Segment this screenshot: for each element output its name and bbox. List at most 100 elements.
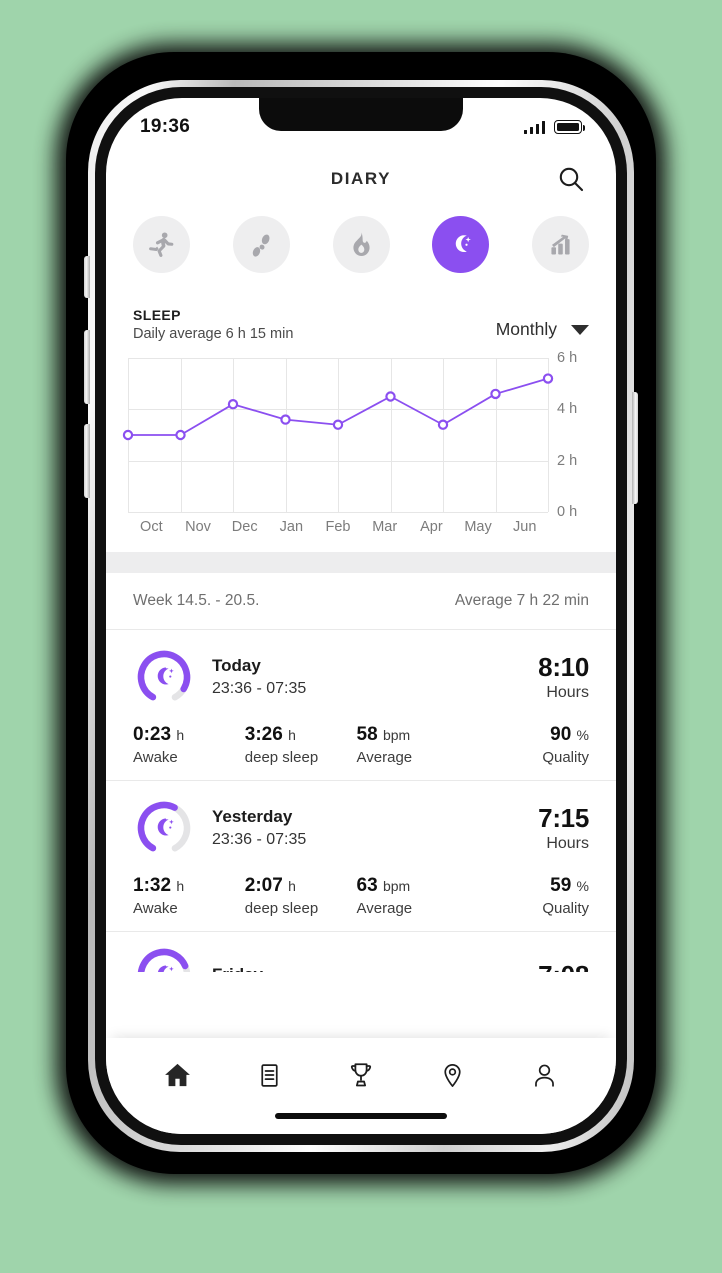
sleep-stat: 59 % Quality (477, 875, 589, 917)
chart-data-point (227, 399, 239, 410)
sleep-entry-hours: 7:15 (538, 803, 589, 833)
chart-data-point (175, 429, 186, 441)
location-pin-icon (444, 1063, 461, 1087)
sleep-entry-labels: Yesterday 23:36 - 07:35 (212, 807, 538, 849)
sleep-stat: 63 bpm Average (357, 875, 478, 917)
sleep-stat: 3:26 h deep sleep (245, 724, 357, 766)
sleep-stat-unit: h (288, 727, 296, 743)
sleep-entry-time-range: 23:36 - 07:35 (212, 680, 307, 697)
nav-diary[interactable] (244, 1054, 294, 1096)
chart-data-points (122, 373, 554, 441)
sleep-stat-label: deep sleep (244, 900, 319, 917)
chart-x-tick: Jan (279, 519, 304, 535)
chart-y-tick: 2 h (557, 452, 578, 469)
sleep-entry-header: Friday7:08 (133, 944, 589, 972)
sleep-entry-labels: Friday (212, 965, 538, 972)
sleep-stat-label: Average (356, 749, 413, 766)
sleep-entry-day: Yesterday (212, 807, 293, 826)
chevron-down-icon (571, 324, 589, 335)
sleep-stat-value: 3:26 h (244, 724, 296, 745)
silent-switch[interactable] (84, 256, 90, 298)
sleep-stat-unit: h (176, 878, 185, 894)
chart-y-tick: 4 h (557, 401, 578, 418)
sleep-entry-total: 7:08 (538, 960, 589, 973)
week-range: Week 14.5. - 20.5. (133, 592, 260, 609)
sleep-entry-labels: Today 23:36 - 07:35 (212, 656, 538, 698)
tab-calories[interactable] (332, 216, 390, 273)
tab-progress[interactable] (532, 216, 589, 273)
status-bar: 19:36 (106, 98, 616, 148)
sleep-entry-stats: 0:23 h Awake 3:26 h deep sleep 58 bpm Average… (133, 724, 589, 766)
period-selector[interactable]: Monthly (496, 319, 589, 342)
chart-y-tick: 6 h (557, 350, 578, 366)
sleep-entry-hours-label: Hours (546, 684, 589, 701)
sleep-entry-hours: 8:10 (538, 652, 589, 682)
search-icon[interactable] (552, 160, 590, 198)
sleep-entry-hours-label: Hours (546, 835, 589, 852)
sleep-entry-hours: 7:08 (538, 960, 589, 973)
nav-profile[interactable] (519, 1054, 569, 1096)
nav-places[interactable] (428, 1054, 478, 1096)
tab-steps[interactable] (232, 216, 290, 273)
chart-data-point (490, 388, 501, 400)
chart-x-tick: Dec (231, 519, 258, 535)
sleep-stat-unit: bpm (382, 727, 411, 743)
tab-running[interactable] (133, 216, 190, 273)
chart-x-tick: Apr (420, 519, 443, 535)
home-indicator[interactable] (275, 1113, 447, 1119)
sleep-quality-ring (133, 797, 195, 859)
sleep-stat-value: 63 bpm (356, 875, 411, 896)
sleep-section-titles: SLEEP Daily average 6 h 15 min (133, 307, 293, 342)
sleep-entry[interactable]: Today 23:36 - 07:35 8:10 Hours 0:23 h Awake 3:… (106, 630, 616, 781)
sleep-entry-time-range: 23:36 - 07:35 (212, 831, 307, 848)
nav-home[interactable] (153, 1054, 203, 1096)
app-header: DIARY (106, 148, 616, 210)
device-stage: 19:36 DIARY SLEEP Daily average 6 h 15 m… (0, 0, 722, 1273)
footsteps-icon (252, 234, 270, 257)
chart-y-axis: 0 h 2 h 4 h 6 h (548, 350, 594, 520)
chart-data-point (332, 419, 344, 430)
sleep-stat-value: 1:32 h (133, 875, 185, 896)
chart-x-tick: Nov (185, 519, 211, 535)
tab-sleep[interactable] (432, 216, 490, 273)
running-icon (149, 232, 174, 258)
sleep-chart: 0 h 2 h 4 h 6 h (106, 342, 616, 520)
sleep-stat: 58 bpm Average (357, 724, 478, 766)
bottom-navigation (106, 1038, 616, 1134)
chart-x-tick: May (464, 519, 492, 535)
sleep-stat-unit: h (176, 727, 185, 743)
sleep-section-header: SLEEP Daily average 6 h 15 min Monthly (106, 273, 616, 342)
period-selector-label: Monthly (495, 319, 557, 339)
sleep-entry-day: Today (212, 656, 261, 675)
sleep-entry-header: Yesterday 23:36 - 07:35 7:15 Hours (133, 797, 589, 859)
sleep-stat-label: Average (356, 900, 413, 917)
chart-y-tick: 0 h (557, 504, 578, 520)
volume-down-button[interactable] (84, 330, 90, 404)
section-divider-band (106, 552, 616, 573)
status-bar-indicators (523, 120, 586, 134)
chart-x-tick: Jun (513, 519, 537, 535)
phone-screen: 19:36 DIARY SLEEP Daily average 6 h 15 m… (106, 98, 616, 1134)
sleep-ring-moon-icon (137, 801, 191, 855)
sleep-stat-label: Quality (542, 749, 589, 766)
week-average: Average 7 h 22 min (454, 592, 589, 609)
sleep-stat-unit: % (576, 878, 589, 894)
nav-awards[interactable] (336, 1054, 386, 1096)
volume-up-button[interactable] (84, 424, 90, 498)
power-button[interactable] (632, 392, 638, 504)
page-title: DIARY (330, 169, 392, 188)
flame-icon (352, 232, 370, 257)
trophy-icon (350, 1063, 372, 1087)
sleep-stat: 0:23 h Awake (133, 724, 245, 766)
document-icon (261, 1063, 278, 1087)
sleep-entry[interactable]: Yesterday 23:36 - 07:35 7:15 Hours 1:32 h Awa… (106, 781, 616, 932)
sleep-stat-unit: % (576, 727, 589, 743)
sleep-entry[interactable]: Friday7:08 (106, 932, 616, 972)
sleep-entry-list: Today 23:36 - 07:35 8:10 Hours 0:23 h Awake 3:… (106, 630, 616, 972)
chart-x-axis: Oct Nov Dec Jan Feb Mar Apr May Jun (106, 512, 616, 535)
sleep-stat-unit: bpm (382, 878, 411, 894)
sleep-chart-plot-area (122, 358, 554, 513)
sleep-stat-value: 2:07 h (244, 875, 296, 896)
sleep-title: SLEEP (133, 307, 181, 323)
person-icon (534, 1064, 554, 1087)
